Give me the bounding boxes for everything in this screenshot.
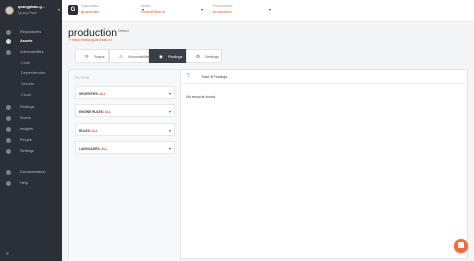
filter-rules[interactable]: RULES: ALL ▾: [75, 123, 175, 136]
chat-launcher-button[interactable]: [454, 239, 468, 253]
collapse-icon[interactable]: ≡: [6, 251, 9, 257]
assets-icon: [6, 38, 11, 44]
app: quangpham-g... Quang Pham ▾ Repositories…: [0, 0, 474, 261]
results-header: ⊤ Total: 0 Findings: [181, 70, 469, 84]
filters-sidebar: FILTERS SEVERITIES: ALL ▾ ENGINE RULES: …: [69, 70, 181, 260]
tab-label: Findings: [168, 54, 183, 59]
sidebar-item-documentation[interactable]: Documentation: [0, 168, 62, 176]
environment-caption: Environments: [213, 4, 233, 8]
sidebar-item-label: Repositories: [20, 29, 42, 34]
tab-label: Settings: [205, 54, 219, 59]
sidebar-item-repositories[interactable]: Repositories: [0, 28, 62, 36]
organization-caption: Organization: [81, 4, 100, 8]
sidebar-item-findings[interactable]: Findings: [0, 103, 62, 111]
repo-icon: [6, 29, 11, 35]
tab-vulnerabilities[interactable]: ⚠ Vulnerabilities: [109, 49, 152, 63]
asset-url-link[interactable]: ↗ https://www.guardrails.io/: [68, 38, 112, 42]
bug-icon: ⚠: [119, 54, 123, 59]
filters-heading: FILTERS: [75, 76, 90, 80]
sidebar-item-label: Insights: [20, 126, 34, 131]
gear-icon: ⚙: [196, 54, 200, 59]
default-badge: Default: [118, 29, 129, 33]
user-name: quangpham-g...: [18, 5, 45, 9]
findings-panel: FILTERS SEVERITIES: ALL ▾ ENGINE RULES: …: [68, 69, 469, 260]
gear-icon: [6, 148, 11, 154]
sidebar-item-label: Findings: [20, 104, 35, 109]
help-icon: [6, 180, 11, 186]
tab-scans[interactable]: ⟳ Scans: [75, 49, 109, 63]
sidebar-item-assets[interactable]: Assets: [0, 37, 62, 45]
sidebar-item-label: Documentation: [20, 169, 46, 174]
chevron-down-icon: ▾: [269, 7, 272, 12]
sidebar-item-code[interactable]: Code: [0, 59, 62, 67]
scans-icon: ⟳: [85, 54, 89, 59]
avatar: [5, 6, 14, 15]
filter-label: LANGUAGES: ALL: [79, 146, 108, 151]
chat-icon: [458, 242, 464, 248]
chevron-down-icon: ▾: [201, 7, 204, 12]
filter-label: RULES: ALL: [79, 128, 98, 133]
filter-engine-rules[interactable]: ENGINE RULES: ALL ▾: [75, 104, 175, 117]
sidebar-item-label: Code: [21, 60, 31, 65]
empty-state-message: No records found: [186, 95, 216, 99]
sidebar-item-label: Secrets: [21, 81, 34, 86]
filter-label: ENGINE RULES: ALL: [79, 109, 111, 114]
sidebar: quangpham-g... Quang Pham ▾ Repositories…: [0, 0, 62, 261]
chevron-down-icon: ▾: [168, 127, 171, 133]
sidebar-item-label: People: [20, 137, 32, 142]
organization-value: guardrails: [81, 9, 99, 14]
asset-select[interactable]: Assets GuardRails.io ▾: [141, 4, 211, 18]
environment-value: production: [213, 9, 232, 14]
tab-settings[interactable]: ⚙ Settings: [186, 49, 222, 63]
sidebar-item-label: Scans: [20, 115, 31, 120]
sidebar-item-dependencies[interactable]: Dependencies: [0, 69, 62, 77]
sidebar-item-help[interactable]: Help: [0, 179, 62, 187]
guardrails-logo-icon: G: [68, 5, 78, 15]
findings-icon: [6, 104, 11, 110]
pin-icon[interactable]: ⊤: [186, 73, 190, 79]
organization-select[interactable]: Organization guardrails ▾: [81, 4, 144, 18]
sidebar-item-cloud[interactable]: Cloud: [0, 91, 62, 99]
chevron-down-icon: ▾: [168, 145, 171, 151]
sidebar-item-label: Help: [20, 180, 28, 185]
total-findings: Total: 0 Findings: [201, 75, 228, 79]
people-icon: [6, 137, 11, 143]
topbar: G Organization guardrails ▾ Assets Guard…: [62, 0, 474, 22]
sidebar-item-settings[interactable]: Settings: [0, 147, 62, 155]
user-subtitle: Quang Pham: [18, 11, 37, 15]
insights-icon: [6, 126, 11, 132]
tab-label: Vulnerabilities: [128, 54, 152, 59]
sidebar-item-insights[interactable]: Insights: [0, 125, 62, 133]
sidebar-item-people[interactable]: People: [0, 136, 62, 144]
sidebar-item-label: Assets: [20, 38, 33, 43]
sidebar-item-vulnerabilities[interactable]: Vulnerabilities: [0, 48, 62, 56]
user-menu[interactable]: quangpham-g... Quang Pham ▾: [5, 4, 61, 18]
sidebar-item-secrets[interactable]: Secrets: [0, 80, 62, 88]
sidebar-item-label: Cloud: [21, 92, 31, 97]
docs-icon: [6, 169, 11, 175]
sidebar-item-scans[interactable]: Scans: [0, 114, 62, 122]
shield-icon: [6, 49, 11, 55]
filter-languages[interactable]: LANGUAGES: ALL ▾: [75, 141, 175, 154]
sidebar-item-label: Settings: [20, 148, 34, 153]
asset-caption: Assets: [141, 4, 151, 8]
sidebar-item-label: Vulnerabilities: [20, 49, 44, 54]
environment-select[interactable]: Environments production ▾: [213, 4, 283, 18]
chevron-down-icon: ▾: [168, 108, 171, 114]
asset-value: GuardRails.io: [141, 9, 166, 14]
chevron-down-icon: ▾: [168, 90, 171, 96]
scans-icon: [6, 115, 11, 121]
filter-severities[interactable]: SEVERITIES: ALL ▾: [75, 86, 175, 99]
sidebar-item-label: Dependencies: [21, 70, 46, 75]
filter-label: SEVERITIES: ALL: [79, 91, 106, 96]
tab-label: Scans: [94, 54, 105, 59]
tab-findings[interactable]: ◉ Findings: [149, 49, 186, 63]
findings-icon: ◉: [159, 54, 163, 59]
chevron-down-icon: ▾: [58, 7, 61, 12]
